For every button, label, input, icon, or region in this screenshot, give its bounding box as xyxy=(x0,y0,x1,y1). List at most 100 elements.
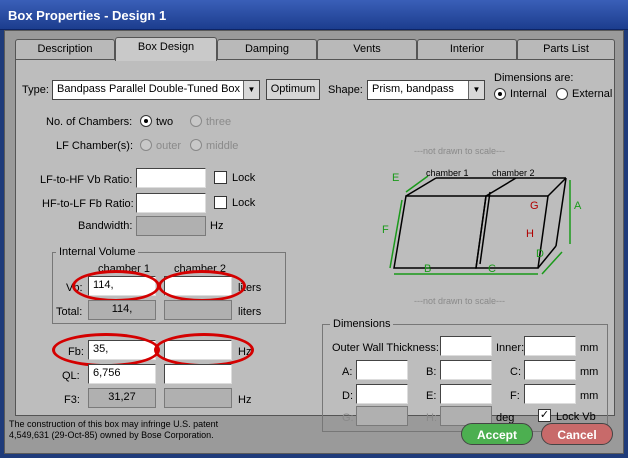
d-input[interactable] xyxy=(356,384,408,404)
lf-chamber-label: LF Chamber(s): xyxy=(56,140,134,152)
fb-ratio-lock-label: Lock xyxy=(232,197,256,209)
patent-line-2: 4,549,631 (29-Oct-85) owned by Bose Corp… xyxy=(9,430,214,440)
def-mm: mm xyxy=(580,390,599,402)
internal-radio[interactable] xyxy=(494,88,506,100)
accept-button[interactable]: Accept xyxy=(461,423,533,445)
chamber1-front xyxy=(393,195,487,269)
f3-chamber1-value: 31,27 xyxy=(88,388,156,408)
fb-ratio-input[interactable] xyxy=(136,193,206,213)
label-a: A xyxy=(574,200,582,212)
d-label: D: xyxy=(342,390,353,402)
chevron-down-icon: ▼ xyxy=(243,81,259,99)
highlight-vb2 xyxy=(158,270,246,302)
label-b: B xyxy=(424,263,432,275)
lock-vb-checkbox[interactable]: ✓ xyxy=(538,409,551,422)
ql-label: QL: xyxy=(62,370,80,382)
wall-mm: mm xyxy=(580,342,599,354)
shape-select[interactable]: Prism, bandpass ▼ xyxy=(367,80,485,100)
patent-notice: The construction of this box may infring… xyxy=(9,419,309,441)
inner-label: Inner: xyxy=(496,342,525,354)
wall-input[interactable] xyxy=(440,336,492,356)
middle-label: middle xyxy=(206,140,239,152)
shape-label: Shape: xyxy=(328,84,363,96)
optimum-button[interactable]: Optimum xyxy=(266,79,320,100)
total-chamber1-value: 114, xyxy=(88,300,156,320)
diagram-note-bottom: ---not drawn to scale--- xyxy=(414,296,506,306)
f-input[interactable] xyxy=(524,384,576,404)
total-label: Total: xyxy=(56,306,83,318)
b-input[interactable] xyxy=(440,360,492,380)
g-value xyxy=(356,406,408,426)
bandwidth-unit: Hz xyxy=(210,220,224,232)
internal-label: Internal xyxy=(510,88,547,100)
dialog-body: Description Box Design Damping Vents Int… xyxy=(4,30,624,454)
middle-radio[interactable] xyxy=(190,139,202,151)
box-design-panel: Type: Bandpass Parallel Double-Tuned Box… xyxy=(15,59,615,432)
bandwidth-value xyxy=(136,216,206,236)
vb-ratio-lock-label: Lock xyxy=(232,172,256,184)
tab-description[interactable]: Description xyxy=(15,39,115,59)
e-input[interactable] xyxy=(440,384,492,404)
cancel-button[interactable]: Cancel xyxy=(541,423,613,445)
type-label: Type: xyxy=(22,84,49,96)
highlight-fb1 xyxy=(52,333,160,367)
diagram-note-top: ---not drawn to scale--- xyxy=(414,146,506,156)
diagram-chamber2: chamber 2 xyxy=(492,168,535,178)
tab-damping[interactable]: Damping xyxy=(217,39,317,59)
tab-box-design[interactable]: Box Design xyxy=(115,37,217,61)
label-e: E xyxy=(392,172,400,184)
type-select[interactable]: Bandpass Parallel Double-Tuned Box ▼ xyxy=(52,80,260,100)
label-f: F xyxy=(382,224,389,236)
type-value: Bandpass Parallel Double-Tuned Box xyxy=(57,83,241,95)
f-label: F: xyxy=(510,390,520,402)
dimensions-title: Dimensions xyxy=(330,318,394,330)
diagram-chamber1: chamber 1 xyxy=(426,168,469,178)
a-label: A: xyxy=(342,366,353,378)
vb-ratio-label: LF-to-HF Vb Ratio: xyxy=(40,174,133,186)
g-label: G: xyxy=(342,412,354,424)
outer-label: outer xyxy=(156,140,182,152)
tab-parts-list[interactable]: Parts List xyxy=(517,39,615,59)
three-chambers-label: three xyxy=(206,116,232,128)
patent-line-1: The construction of this box may infring… xyxy=(9,419,219,429)
outer-radio[interactable] xyxy=(140,139,152,151)
inner-input[interactable] xyxy=(524,336,576,356)
f3-unit: Hz xyxy=(238,394,252,406)
fb-ratio-lock-checkbox[interactable] xyxy=(214,196,227,209)
two-chambers-radio[interactable] xyxy=(140,115,152,127)
external-radio[interactable] xyxy=(556,88,568,100)
highlight-fb2 xyxy=(154,333,254,367)
highlight-vb1 xyxy=(72,270,160,302)
h-label: H: xyxy=(426,412,437,424)
chambers-label: No. of Chambers: xyxy=(46,116,133,128)
c-label: C: xyxy=(510,366,521,378)
a-input[interactable] xyxy=(356,360,408,380)
three-chambers-radio[interactable] xyxy=(190,115,202,127)
e-label: E: xyxy=(426,390,437,402)
label-h: H xyxy=(526,228,534,240)
box-diagram xyxy=(389,175,571,275)
chevron-down-icon: ▼ xyxy=(468,81,484,99)
ql-chamber1-input[interactable]: 6,756 xyxy=(88,364,156,384)
vb-ratio-lock-checkbox[interactable] xyxy=(214,171,227,184)
window-title: Box Properties - Design 1 xyxy=(0,0,628,30)
shape-value: Prism, bandpass xyxy=(372,83,454,95)
label-c: C xyxy=(488,263,496,275)
vb-ratio-input[interactable] xyxy=(136,168,206,188)
abc-mm: mm xyxy=(580,366,599,378)
ql-chamber2-input[interactable] xyxy=(164,364,232,384)
tab-interior[interactable]: Interior xyxy=(417,39,517,59)
f3-chamber2-value xyxy=(164,388,232,408)
total-chamber2-value xyxy=(164,300,232,320)
lock-vb-label: Lock Vb xyxy=(556,411,596,423)
label-d: D xyxy=(536,248,544,260)
tab-vents[interactable]: Vents xyxy=(317,39,417,59)
f3-label: F3: xyxy=(64,394,80,406)
bandwidth-label: Bandwidth: xyxy=(78,220,133,232)
wall-label: Outer Wall Thickness: xyxy=(332,342,439,354)
internal-volume-title: Internal Volume xyxy=(56,246,139,258)
label-g: G xyxy=(530,200,539,212)
c-input[interactable] xyxy=(524,360,576,380)
two-chambers-label: two xyxy=(156,116,174,128)
fb-ratio-label: HF-to-LF Fb Ratio: xyxy=(42,198,134,210)
